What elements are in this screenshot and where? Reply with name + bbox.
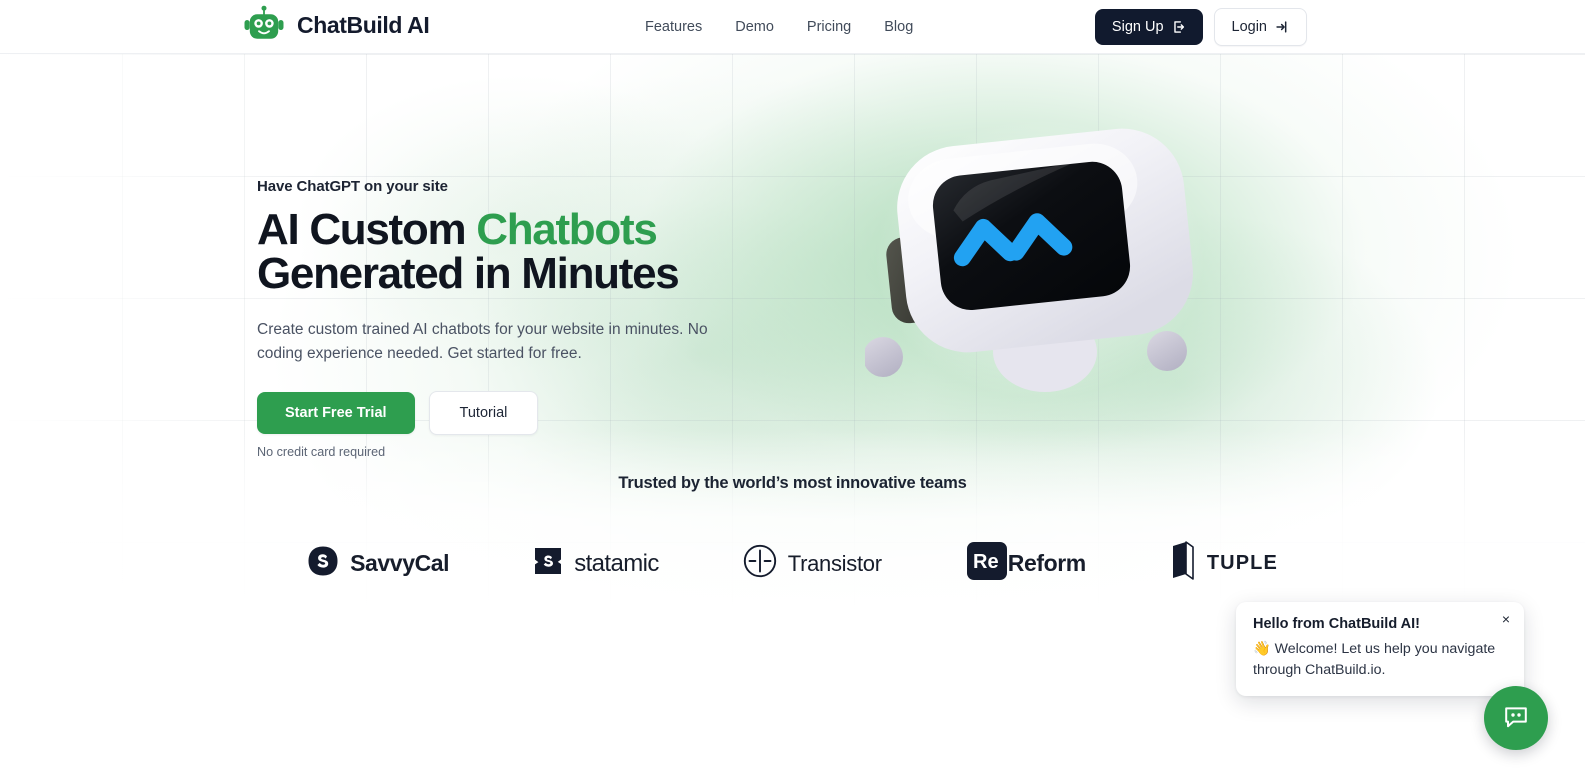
login-label: Login xyxy=(1231,19,1267,35)
robot-mascot-illustration xyxy=(863,109,1225,439)
client-logo-label: SavvyCal xyxy=(350,550,450,576)
transistor-logo-icon xyxy=(743,544,777,583)
no-credit-card-note: No credit card required xyxy=(257,444,386,459)
client-logo-statamic: statamic xyxy=(533,545,659,582)
header-actions: Sign Up Login xyxy=(1094,0,1307,54)
reform-logo-icon: Re xyxy=(966,541,1008,586)
client-logo-reform: Re Reform xyxy=(966,541,1086,586)
hero-headline: AI Custom Chatbots Generated in Minutes xyxy=(257,208,817,296)
brand-name: ChatBuild AI xyxy=(297,11,430,38)
client-logo-label: statamic xyxy=(574,549,659,577)
client-logo-label: Reform xyxy=(1007,550,1087,576)
client-logo-row: SavvyCal statamic Transistor Re Reform T… xyxy=(0,541,1585,586)
robot-head-icon xyxy=(242,3,286,47)
trusted-by-section: Trusted by the world’s most innovative t… xyxy=(0,474,1585,586)
client-logo-savvycal: SavvyCal xyxy=(307,545,450,582)
primary-nav: Features Demo Pricing Blog xyxy=(645,0,913,54)
nav-item-blog[interactable]: Blog xyxy=(884,19,913,35)
headline-line1-plain: AI Custom xyxy=(257,205,477,254)
tuple-logo-icon xyxy=(1170,541,1196,586)
chat-popup-title: Hello from ChatBuild AI! xyxy=(1253,616,1421,632)
chat-launcher-button[interactable] xyxy=(1484,686,1548,750)
chat-popup-message: 👋 Welcome! Let us help you navigate thro… xyxy=(1253,641,1496,678)
nav-item-features[interactable]: Features xyxy=(645,19,702,35)
chat-popup-close-button[interactable]: × xyxy=(1497,610,1515,628)
svg-text:Re: Re xyxy=(973,551,999,573)
hero-eyebrow: Have ChatGPT on your site xyxy=(257,178,448,195)
client-logo-label: Transistor xyxy=(787,550,882,576)
start-free-trial-button[interactable]: Start Free Trial xyxy=(257,391,415,434)
login-arrow-icon xyxy=(1275,20,1289,34)
client-logo-transistor: Transistor xyxy=(743,544,882,583)
sign-up-label: Sign Up xyxy=(1111,19,1164,35)
site-header: ChatBuild AI Features Demo Pricing Blog … xyxy=(0,0,1585,54)
hero-cta-row: Start Free Trial Tutorial xyxy=(257,390,817,435)
client-logo-label: TUPLE xyxy=(1206,552,1278,574)
chat-welcome-popup: × Hello from ChatBuild AI! 👋 Welcome! Le… xyxy=(1236,602,1524,697)
nav-item-pricing[interactable]: Pricing xyxy=(807,19,851,35)
brand-logo[interactable]: ChatBuild AI xyxy=(242,3,430,47)
trusted-by-title: Trusted by the world’s most innovative t… xyxy=(618,474,967,492)
login-button[interactable]: Login xyxy=(1213,8,1307,46)
chat-bubble-icon xyxy=(1502,703,1530,734)
savvycal-logo-icon xyxy=(307,545,339,582)
hero-copy: Have ChatGPT on your site AI Custom Chat… xyxy=(257,178,817,459)
sign-up-arrow-icon xyxy=(1172,20,1186,34)
tutorial-button[interactable]: Tutorial xyxy=(428,390,539,435)
headline-line2: Generated in Minutes xyxy=(257,249,680,298)
sign-up-button[interactable]: Sign Up xyxy=(1094,9,1203,45)
hero-subcopy: Create custom trained AI chatbots for yo… xyxy=(257,321,708,363)
nav-item-demo[interactable]: Demo xyxy=(735,19,774,35)
client-logo-tuple: TUPLE xyxy=(1170,541,1278,586)
statamic-logo-icon xyxy=(533,545,563,582)
headline-highlight: Chatbots xyxy=(476,205,658,254)
hero-section: Have ChatGPT on your site AI Custom Chat… xyxy=(0,54,1585,474)
page-root: ChatBuild AI Features Demo Pricing Blog … xyxy=(0,0,1585,768)
